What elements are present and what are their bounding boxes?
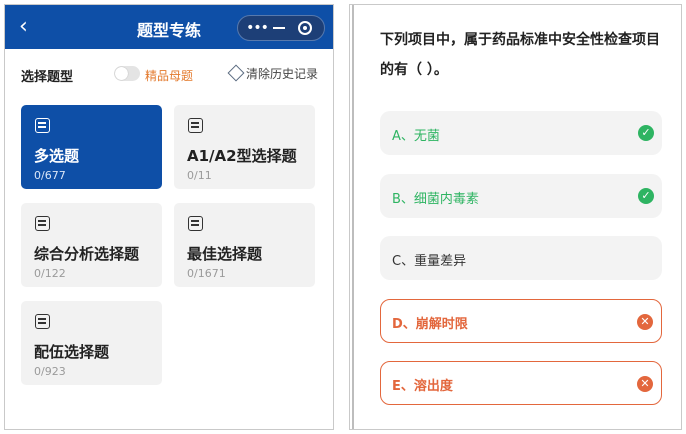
question-list-icon [35,118,50,133]
check-icon: ✓ [638,125,654,141]
card-multiple-choice[interactable]: 多选题 0/677 [21,105,162,189]
question-list-icon [35,216,50,231]
card-count: 0/677 [34,169,66,182]
option-label: C、重量差异 [392,254,467,269]
card-title: 多选题 [34,147,80,165]
close-circle-icon[interactable] [298,21,312,35]
card-best-choice[interactable]: 最佳选择题 0/1671 [174,203,315,287]
option-d[interactable]: D、崩解时限 ✕ [380,299,662,343]
cross-icon: ✕ [637,314,653,330]
card-title: 综合分析选择题 [34,245,140,263]
option-label: B、细菌内毒素 [392,192,479,207]
option-c[interactable]: C、重量差异 [380,236,662,280]
option-label: E、溶出度 [392,379,453,394]
check-icon: ✓ [638,188,654,204]
top-header: ‹ 题型专练 ••• [5,5,333,49]
question-text: 下列项目中，属于药品标准中安全性检查项目的有（ ）。 [380,32,660,78]
toolbar-label: 选择题型 [21,70,74,85]
minimize-icon[interactable] [273,27,285,29]
cross-icon: ✕ [637,376,653,392]
question-list-icon [188,118,203,133]
premium-toggle-label: 精品母题 [145,69,194,83]
clear-history-label: 清除历史记录 [246,67,319,81]
card-count: 0/11 [187,169,212,182]
question-list-icon [35,314,50,329]
card-title: 最佳选择题 [187,245,263,263]
eraser-icon [227,64,245,82]
option-e[interactable]: E、溶出度 ✕ [380,361,662,405]
option-label: D、崩解时限 [392,317,468,332]
card-count: 0/1671 [187,267,226,280]
option-label: A、无菌 [392,129,440,144]
premium-toggle[interactable] [114,66,140,81]
card-count: 0/923 [34,365,66,378]
card-count: 0/122 [34,267,66,280]
mini-program-capsule: ••• [237,15,325,41]
question-type-panel: ‹ 题型专练 ••• 选择题型 精品母题 清除历史记录 多选题 0/677 A1… [4,4,334,430]
scroll-bar[interactable] [352,5,354,429]
card-matching[interactable]: 配伍选择题 0/923 [21,301,162,385]
card-a1-a2[interactable]: A1/A2型选择题 0/11 [174,105,315,189]
option-a[interactable]: A、无菌 ✓ [380,111,662,155]
option-b[interactable]: B、细菌内毒素 ✓ [380,174,662,218]
question-list-icon [188,216,203,231]
card-title: A1/A2型选择题 [187,147,297,165]
more-dots-icon[interactable]: ••• [246,19,269,37]
card-title: 配伍选择题 [34,343,110,361]
toggle-knob [115,67,128,80]
card-comprehensive[interactable]: 综合分析选择题 0/122 [21,203,162,287]
clear-history-button[interactable]: 清除历史记录 [227,64,319,82]
question-panel: 下列项目中，属于药品标准中安全性检查项目的有（ ）。 A、无菌 ✓ B、细菌内毒… [349,4,682,430]
